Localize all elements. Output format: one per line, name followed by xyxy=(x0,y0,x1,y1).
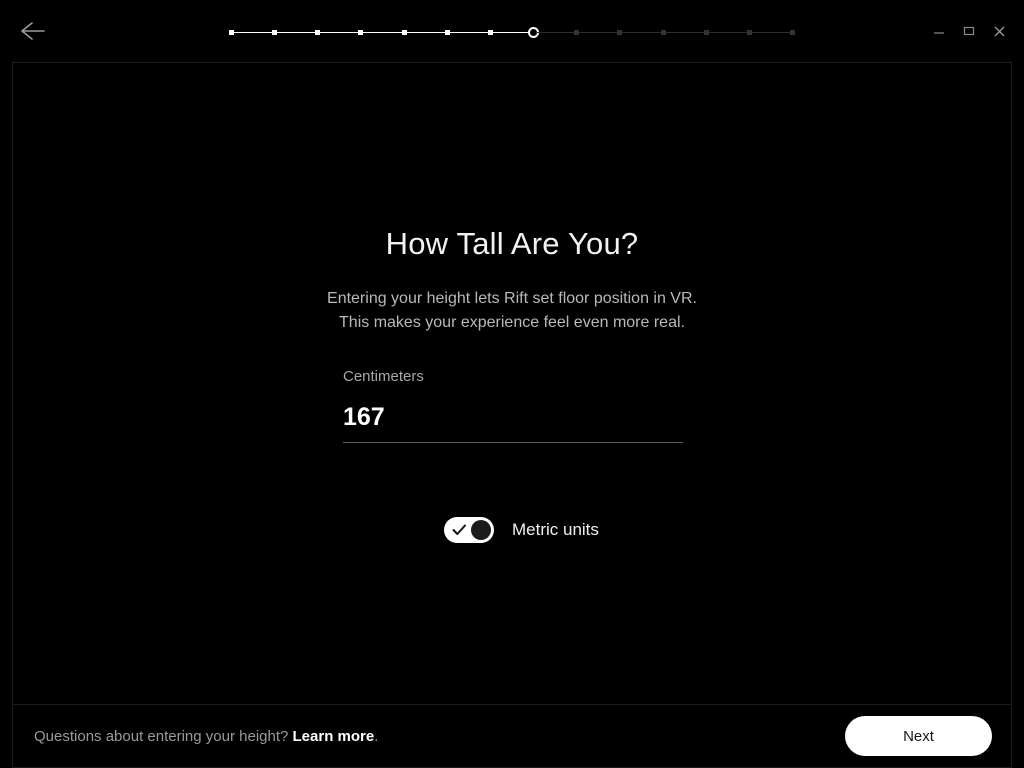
step-connector xyxy=(320,31,359,33)
maximize-icon xyxy=(963,25,975,37)
step-connector xyxy=(406,31,445,33)
step-dot-upcoming xyxy=(790,29,796,35)
back-button[interactable] xyxy=(16,14,50,48)
footer-question: Questions about entering your height? xyxy=(34,728,289,745)
arrow-left-icon xyxy=(20,21,46,41)
step-connector xyxy=(708,31,747,33)
minimize-icon xyxy=(933,25,945,37)
step-connector xyxy=(751,31,791,33)
step-connector xyxy=(622,31,661,33)
page-subtitle: Entering your height lets Rift set floor… xyxy=(13,287,1011,335)
metric-units-row: Metric units xyxy=(444,517,599,543)
next-button[interactable]: Next xyxy=(845,716,992,756)
oculus-setup-window: How Tall Are You? Entering your height l… xyxy=(0,0,1024,768)
toggle-knob xyxy=(471,520,491,540)
step-connector xyxy=(536,31,575,33)
step-connector xyxy=(665,31,704,33)
setup-progress-steps xyxy=(229,24,796,40)
step-connector xyxy=(492,31,532,33)
close-button[interactable] xyxy=(984,16,1014,46)
step-connector xyxy=(363,31,402,33)
height-field-label: Centimeters xyxy=(343,368,424,385)
step-connector xyxy=(449,31,488,33)
step-connector xyxy=(579,31,618,33)
metric-units-toggle[interactable] xyxy=(444,517,494,543)
step-connector xyxy=(277,31,316,33)
step-connector xyxy=(234,31,273,33)
learn-more-link[interactable]: Learn more xyxy=(293,728,375,745)
maximize-button[interactable] xyxy=(954,16,984,46)
subtitle-line-1: Entering your height lets Rift set floor… xyxy=(327,290,697,307)
height-field-group: Centimeters xyxy=(343,368,683,443)
minimize-button[interactable] xyxy=(924,16,954,46)
content-panel: How Tall Are You? Entering your height l… xyxy=(12,62,1012,704)
checkmark-icon xyxy=(452,523,467,542)
footer-help-text: Questions about entering your height? Le… xyxy=(34,728,378,745)
close-icon xyxy=(993,25,1006,38)
metric-units-label: Metric units xyxy=(512,520,599,539)
subtitle-line-2: This makes your experience feel even mor… xyxy=(339,314,685,331)
footer-period: . xyxy=(374,728,379,745)
title-bar xyxy=(0,0,1024,62)
height-input[interactable] xyxy=(343,403,683,443)
footer-bar: Questions about entering your height? Le… xyxy=(12,704,1012,768)
window-controls xyxy=(924,16,1014,46)
page-title: How Tall Are You? xyxy=(385,226,639,261)
